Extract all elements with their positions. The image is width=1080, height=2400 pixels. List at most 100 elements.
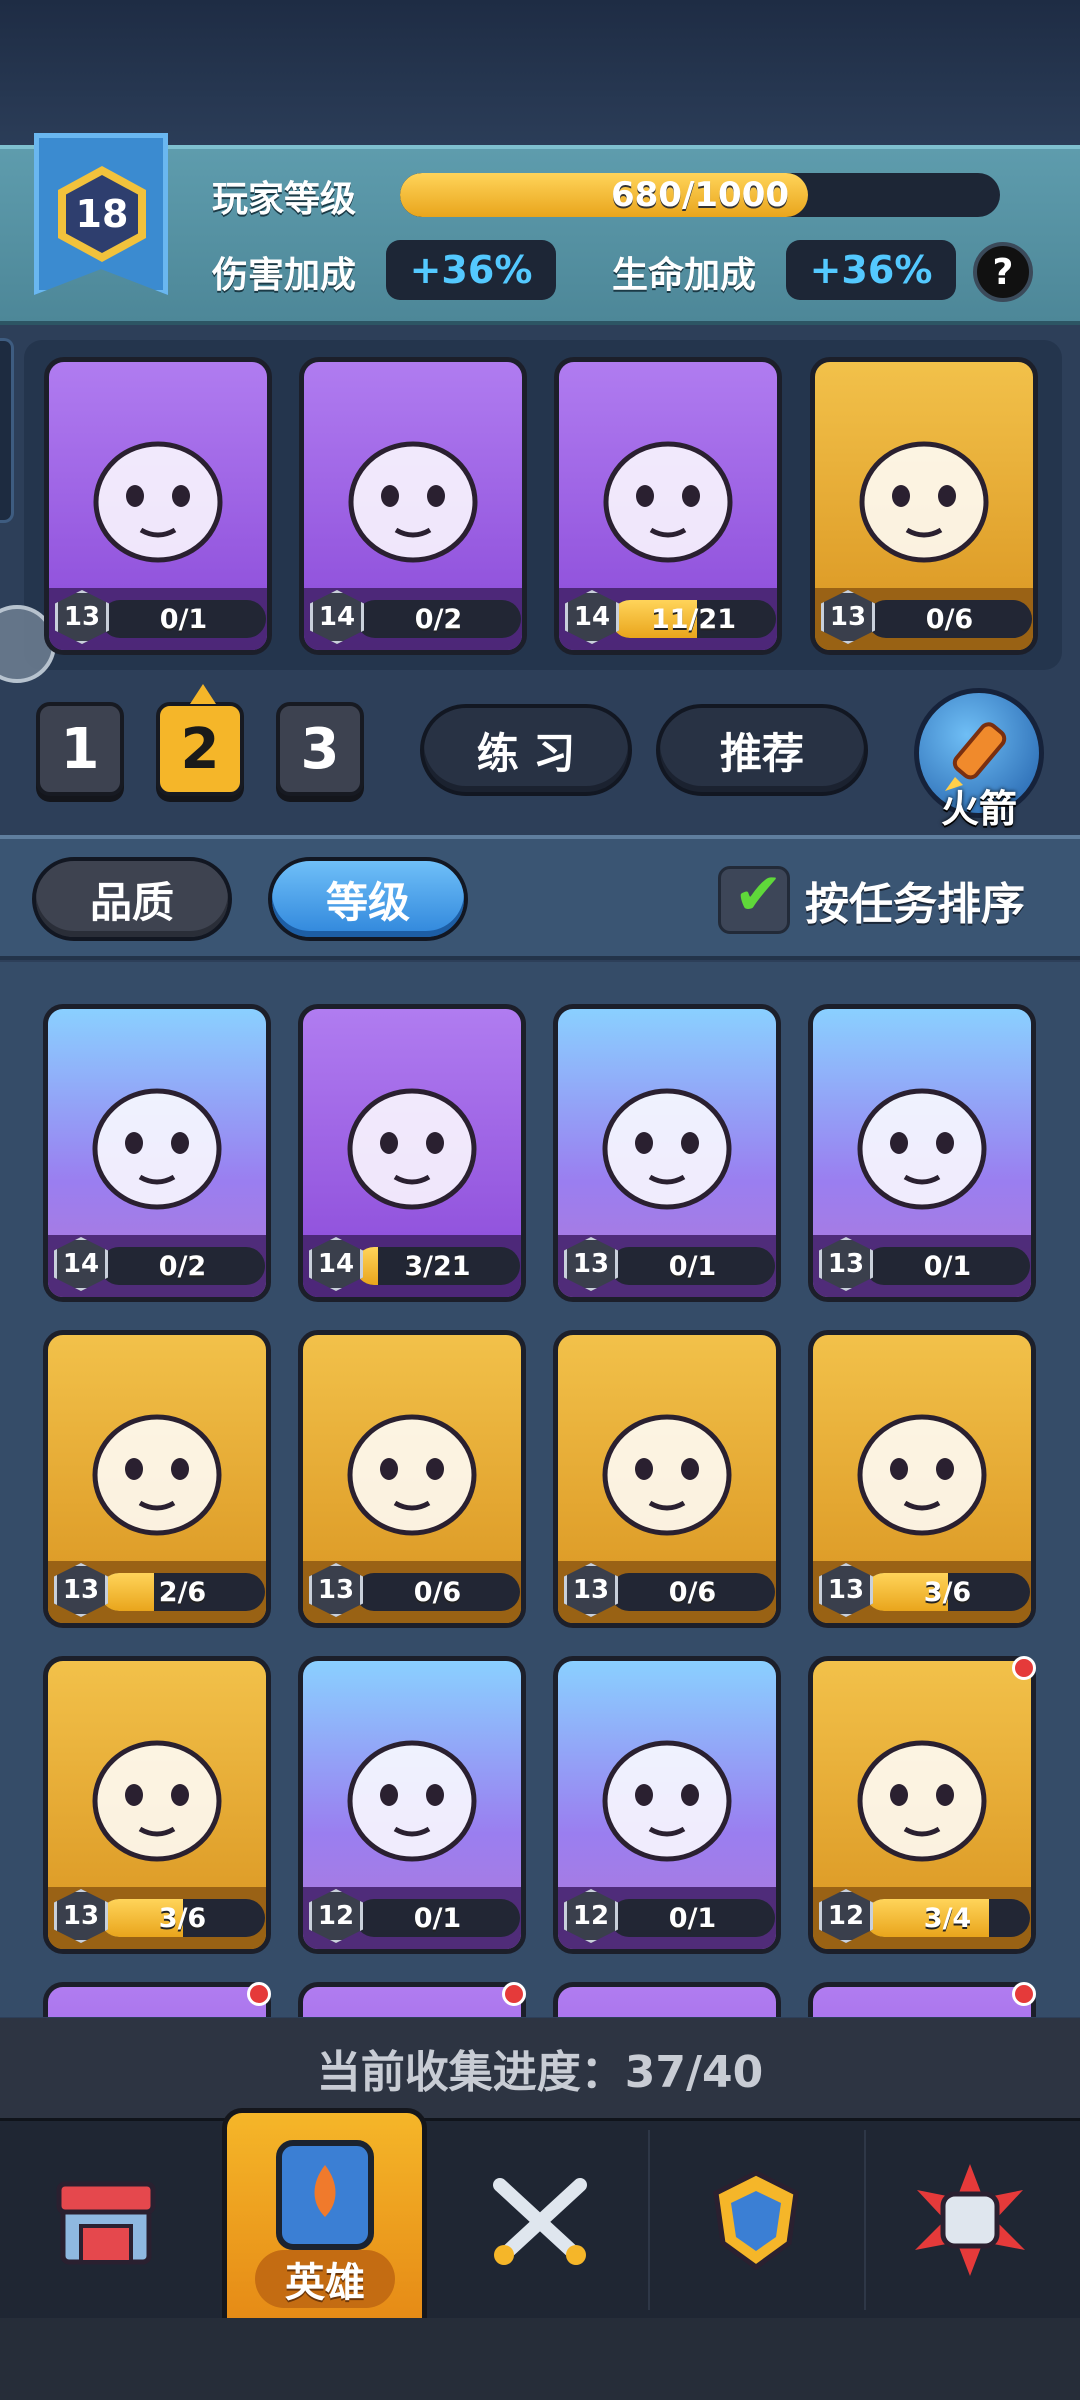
frog-chef-portrait [347,1740,477,1862]
card-progress-text: 0/1 [159,603,208,635]
hero-card-partial[interactable] [298,1982,526,2017]
card-progress-text: 0/1 [668,1902,717,1934]
hp-bonus-label: 生命加成 [612,255,757,296]
checkmark-icon: ✔ [734,860,783,928]
shop-icon [56,2181,156,2265]
hero-card-white-cat[interactable]: 0/6 13 [810,357,1038,655]
pumpkin-gentleman-portrait [857,1088,987,1210]
team-slot-3[interactable]: 3 [276,702,364,796]
hero-card-yeti[interactable]: 3/21 14 [298,1004,526,1302]
hero-card-feather-warrior[interactable]: 3/6 13 [43,1656,271,1954]
hero-card-monk[interactable]: 0/1 12 [553,1656,781,1954]
card-progress-bar: 11/21 [611,600,776,638]
hero-card-zombie-brute[interactable]: 11/21 14 [554,357,782,655]
battle-nav-button[interactable] [440,2130,640,2310]
cloud-spirit-portrait [857,1414,987,1536]
xp-text: 680/1000 [610,175,790,215]
card-progress-bar: 0/1 [101,600,266,638]
card-progress-bar: 3/6 [100,1899,265,1937]
hero-collection: 0/2 14 3/21 14 0/1 13 0/1 13 2/6 13 0/6 13 0/6 13 3/6 1… [0,962,1080,2017]
player-level-label: 玩家等级 [212,179,357,220]
side-tab[interactable] [0,338,14,523]
zombie-brute-portrait [603,441,733,563]
card-progress-text: 11/21 [650,603,736,635]
help-button[interactable]: ? [973,242,1033,302]
hero-card-frog-chef[interactable]: 0/1 12 [298,1656,526,1954]
card-progress-text: 0/1 [668,1250,717,1282]
hero-card-tribal-mask[interactable]: 0/6 13 [298,1330,526,1628]
hero-card-partial[interactable] [43,1982,271,2017]
hero-card-samurai[interactable]: 0/1 13 [553,1004,781,1302]
white-cat-portrait [859,441,989,563]
card-progress-bar: 3/6 [865,1573,1030,1611]
card-progress-text: 0/1 [413,1902,462,1934]
card-progress-bar: 0/1 [355,1899,520,1937]
battle-icon [493,2178,587,2265]
xp-bar: 680/1000 [400,173,1000,217]
card-progress-bar: 0/6 [355,1573,520,1611]
card-progress-text: 0/6 [925,603,974,635]
hero-card-pumpkin-gentleman[interactable]: 0/1 13 [808,1004,1036,1302]
team-slot-1[interactable]: 1 [36,702,124,796]
notification-dot [1012,1982,1036,2006]
monkey-king-portrait [348,441,478,563]
card-progress-text: 3/6 [923,1576,972,1608]
recommend-button[interactable]: 推荐 [656,704,868,796]
gauntlet-nav-button[interactable] [870,2130,1070,2310]
hero-card-vampire-maid[interactable]: 0/6 13 [553,1330,781,1628]
hp-bonus-value: +36% [786,240,956,300]
hero-card-jade-warrior[interactable]: 0/2 14 [43,1004,271,1302]
top-background [0,0,1080,145]
hero-card-fox-mask-girl[interactable]: 3/4 12 [808,1656,1036,1954]
system-bar [0,2318,1080,2400]
card-progress-bar: 0/6 [610,1573,775,1611]
practice-button[interactable]: 练 习 [420,704,632,796]
hero-card-rooster-boxer[interactable]: 2/6 13 [43,1330,271,1628]
hero-card-partial[interactable] [553,1982,781,2017]
hero-card-cloud-spirit[interactable]: 3/6 13 [808,1330,1036,1628]
card-progress-text: 3/6 [158,1902,207,1934]
card-progress-bar: 0/2 [100,1247,265,1285]
team-slot-2[interactable]: 2 [156,702,244,796]
card-progress-text: 0/6 [668,1576,717,1608]
card-progress-text: 0/2 [158,1250,207,1282]
card-progress-bar: 0/2 [356,600,521,638]
gauntlet-icon [915,2164,1025,2276]
card-progress-bar: 0/1 [865,1247,1030,1285]
clan-nav-button[interactable] [656,2130,856,2310]
nav-divider [648,2130,650,2310]
card-progress-text: 2/6 [158,1576,207,1608]
hero-card-panda[interactable]: 0/1 13 [44,357,272,655]
level-filter-button[interactable]: 等级 [268,857,468,941]
notification-dot [247,1982,271,2006]
monk-portrait [602,1740,732,1862]
card-progress-bar: 0/1 [610,1247,775,1285]
hero-card-partial[interactable] [808,1982,1036,2017]
card-progress-bar: 0/1 [610,1899,775,1937]
card-progress-text: 3/21 [404,1250,471,1282]
damage-bonus-label: 伤害加成 [212,255,357,296]
notification-dot [502,1982,526,2006]
heroes-icon [276,2140,374,2250]
yeti-portrait [347,1088,477,1210]
rooster-boxer-portrait [92,1414,222,1536]
samurai-portrait [602,1088,732,1210]
card-progress-bar: 0/6 [867,600,1032,638]
damage-bonus-value: +36% [386,240,556,300]
shop-nav-button[interactable] [6,2130,206,2310]
notification-dot [1012,1656,1036,1680]
heroes-nav-label: 英雄 [255,2250,395,2308]
clan-icon [713,2170,799,2271]
sort-by-task-label: 按任务排序 [805,879,1025,930]
rocket-label: 火箭 [940,787,1017,831]
vampire-maid-portrait [602,1414,732,1536]
card-progress-bar: 2/6 [100,1573,265,1611]
feather-warrior-portrait [92,1740,222,1862]
jade-warrior-portrait [92,1088,222,1210]
card-progress-text: 0/2 [414,603,463,635]
panda-portrait [93,441,223,563]
card-progress-bar: 3/4 [865,1899,1030,1937]
hero-card-monkey-king[interactable]: 0/2 14 [299,357,527,655]
quality-filter-button[interactable]: 品质 [32,857,232,941]
card-progress-text: 3/4 [923,1902,972,1934]
